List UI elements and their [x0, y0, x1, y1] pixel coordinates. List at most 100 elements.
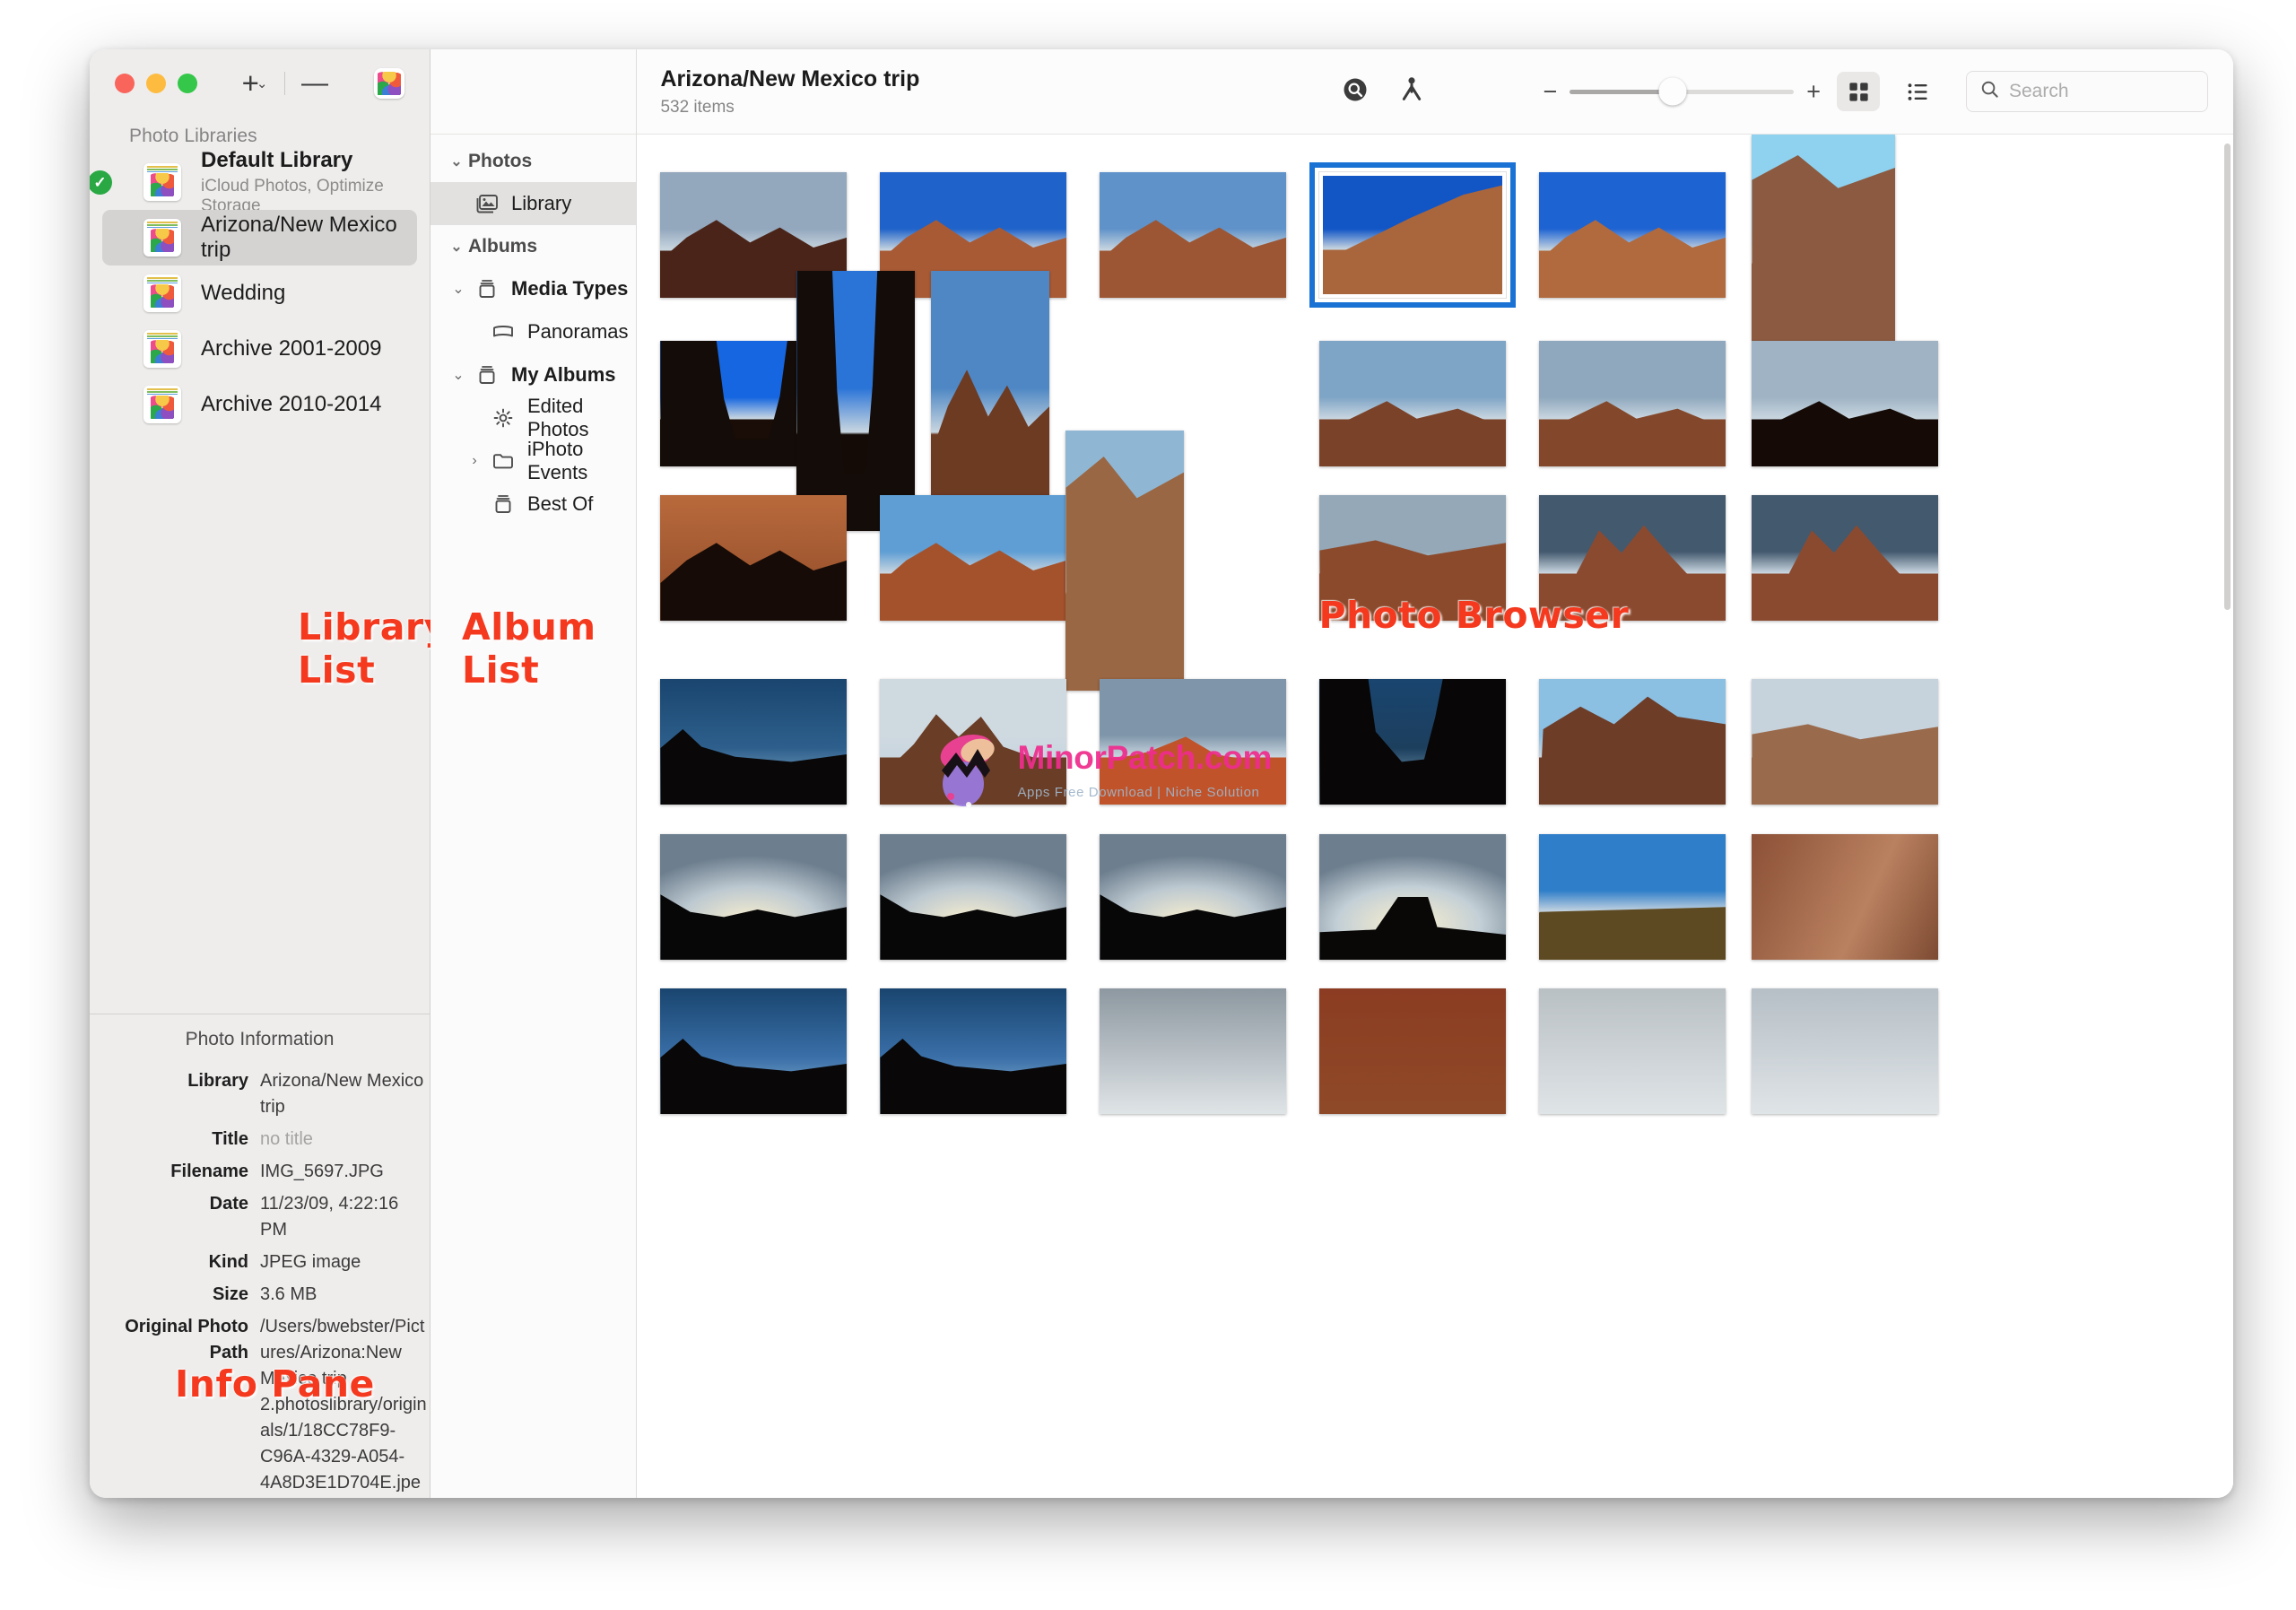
- photo-thumbnail[interactable]: [1752, 834, 1939, 960]
- photo-browser-pane: Arizona/New Mexico trip 532 items − + Se…: [637, 49, 2233, 1498]
- list-view-button[interactable]: [1896, 72, 1939, 111]
- thumbnail-zoom-control[interactable]: − +: [1543, 77, 1821, 106]
- main-toolbar: Arizona/New Mexico trip 532 items − + Se…: [637, 49, 2233, 135]
- photos-app-window: + ⌄ — Photo Libraries ✓ Default Library iC…: [90, 49, 2233, 1498]
- photos-app-icon[interactable]: [374, 67, 404, 99]
- album-item-best-of[interactable]: Best Of: [430, 483, 636, 526]
- photo-thumbnail[interactable]: [1065, 431, 1185, 691]
- photo-library-icon: [144, 330, 181, 368]
- zoom-out-icon[interactable]: −: [1543, 79, 1557, 104]
- photo-thumbnail[interactable]: [1539, 834, 1726, 960]
- library-item-4[interactable]: Archive 2010-2014: [102, 377, 417, 432]
- album-item-label: Panoramas: [527, 320, 629, 343]
- photo-thumbnail[interactable]: [1539, 172, 1726, 298]
- photo-thumbnail[interactable]: [880, 495, 1067, 621]
- zoom-slider-knob[interactable]: [1658, 77, 1687, 106]
- album-item-iphoto-events[interactable]: › iPhoto Events: [430, 438, 636, 483]
- photo-thumbnail[interactable]: [1100, 172, 1287, 298]
- library-item-3[interactable]: Archive 2001-2009: [102, 321, 417, 377]
- photo-thumbnail[interactable]: [1752, 341, 1939, 466]
- photo-thumbnail[interactable]: [1319, 834, 1507, 960]
- minimize-button[interactable]: [146, 73, 166, 93]
- grid-view-button[interactable]: [1837, 72, 1880, 111]
- page-title: Arizona/New Mexico trip: [660, 65, 920, 91]
- chevron-down-icon[interactable]: ⌄: [445, 280, 472, 298]
- album-tree: ⌄ Photos Library ⌄ Albums ⌄ Media Types Panoram…: [430, 135, 637, 526]
- album-item-library[interactable]: Library: [430, 182, 637, 225]
- info-pane: Photo Information Library Arizona/New Mex…: [90, 1014, 430, 1498]
- chevron-down-icon[interactable]: ⌄: [445, 152, 468, 170]
- minus-icon: —: [301, 67, 328, 98]
- chevron-down-icon[interactable]: ⌄: [445, 366, 472, 384]
- library-item-2[interactable]: Wedding: [102, 265, 417, 321]
- search-box[interactable]: [1966, 71, 2208, 112]
- annotation-album-list: Album List: [462, 605, 596, 692]
- library-sidebar: + ⌄ — Photo Libraries ✓ Default Library iC…: [90, 49, 448, 1498]
- photo-thumbnail[interactable]: [1539, 341, 1726, 466]
- photo-thumbnail[interactable]: [1100, 988, 1287, 1114]
- photo-thumbnail-selected[interactable]: [1309, 162, 1517, 308]
- library-item-label: Arizona/New Mexico trip: [201, 213, 397, 262]
- zoom-to-search-icon[interactable]: [1342, 76, 1369, 108]
- photo-thumbnail[interactable]: [660, 834, 848, 960]
- photo-thumbnail[interactable]: [1539, 988, 1726, 1114]
- library-item-0[interactable]: ✓ Default Library iCloud Photos, Optimize …: [90, 148, 417, 215]
- library-item-label: Wedding: [201, 281, 286, 305]
- info-row: Size 3.6 MB: [90, 1282, 430, 1308]
- info-label: Library: [187, 1071, 248, 1091]
- zoom-slider[interactable]: [1570, 77, 1795, 106]
- info-row: Original Photo Path/Users/bwebster/Pictu…: [90, 1314, 430, 1498]
- album-item-edited-photos[interactable]: Edited Photos: [430, 395, 636, 440]
- photo-thumbnail[interactable]: [880, 834, 1067, 960]
- item-count: 532 items: [660, 97, 735, 117]
- photo-thumbnail[interactable]: [1752, 495, 1939, 621]
- remove-library-button[interactable]: —: [297, 65, 333, 101]
- photo-grid[interactable]: Photo Browser MinorPatch.com Apps Free D…: [637, 135, 2233, 1498]
- chevron-right-icon[interactable]: ›: [461, 453, 488, 469]
- photo-thumbnail[interactable]: [880, 988, 1067, 1114]
- album-item-media-types[interactable]: ⌄ Media Types: [430, 267, 636, 310]
- album-box-icon: [488, 493, 518, 515]
- photo-thumbnail[interactable]: [660, 679, 848, 805]
- chevron-down-icon: ⌄: [256, 75, 268, 91]
- photo-thumbnail[interactable]: [660, 988, 848, 1114]
- photo-thumbnail[interactable]: [1100, 834, 1287, 960]
- add-library-button[interactable]: + ⌄: [237, 65, 273, 101]
- photo-thumbnail[interactable]: [931, 271, 1050, 531]
- info-value: 11/23/09, 4:22:16 PM: [260, 1194, 399, 1240]
- album-box-icon: [472, 278, 502, 300]
- photo-thumbnail[interactable]: [1752, 679, 1939, 805]
- album-group-label: Albums: [468, 235, 538, 257]
- photo-thumbnail[interactable]: [660, 495, 848, 621]
- album-item-panoramas[interactable]: Panoramas: [430, 310, 636, 353]
- watermark-logo-icon: [933, 731, 1004, 808]
- photo-thumbnail[interactable]: [796, 271, 916, 531]
- zoom-in-icon[interactable]: +: [1806, 79, 1821, 104]
- search-input[interactable]: [2009, 81, 2195, 102]
- close-button[interactable]: [115, 73, 135, 93]
- toolbar-icon-group: [1342, 76, 1424, 108]
- chevron-down-icon[interactable]: ⌄: [445, 238, 468, 256]
- info-value: JPEG image: [260, 1252, 361, 1272]
- people-icon[interactable]: [1399, 76, 1424, 108]
- album-item-my-albums[interactable]: ⌄ My Albums: [430, 353, 636, 396]
- photo-thumbnail[interactable]: [1752, 135, 1896, 341]
- library-item-label: Archive 2001-2009: [201, 336, 382, 361]
- info-row: Kind JPEG image: [90, 1249, 430, 1275]
- photo-thumbnail[interactable]: [1752, 988, 1939, 1114]
- info-row: Title no title: [90, 1127, 430, 1153]
- photo-thumbnail[interactable]: [1319, 679, 1507, 805]
- photo-thumbnail[interactable]: [1319, 341, 1507, 466]
- photos-library-icon: [472, 193, 502, 214]
- photo-thumbnail[interactable]: [1539, 679, 1726, 805]
- annotation-library-list: Library List: [298, 605, 448, 692]
- sidebar-toolbar: + ⌄ —: [90, 49, 430, 117]
- grid-scrollbar[interactable]: [2224, 144, 2231, 610]
- photo-thumbnail[interactable]: [1319, 988, 1507, 1114]
- album-group-photos[interactable]: ⌄ Photos: [430, 140, 636, 182]
- album-group-albums[interactable]: ⌄ Albums: [430, 225, 636, 267]
- library-item-1[interactable]: Arizona/New Mexico trip: [102, 210, 417, 265]
- annotation-info-pane: Info Pane: [175, 1362, 375, 1405]
- zoom-button[interactable]: [178, 73, 197, 93]
- folder-icon: [488, 450, 518, 472]
